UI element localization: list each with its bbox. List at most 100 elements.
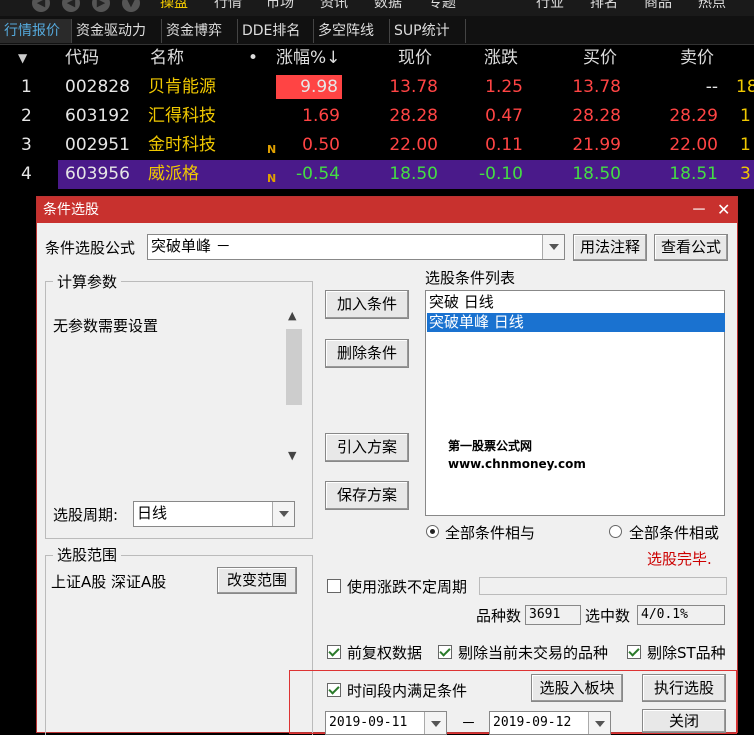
menu-item-ranking[interactable]: 排名: [590, 0, 618, 12]
row-price: 18.50: [389, 164, 438, 184]
chevron-down-icon[interactable]: [588, 712, 610, 734]
date-to-value: 2019-09-12: [493, 715, 572, 730]
delete-condition-button[interactable]: 删除条件: [325, 339, 409, 368]
no-params-text: 无参数需要设置: [53, 317, 159, 335]
period-select[interactable]: 日线: [133, 501, 295, 527]
row-bid: 21.99: [572, 135, 621, 155]
chevron-down-icon[interactable]: [272, 502, 294, 526]
header-code[interactable]: 代码: [65, 44, 99, 73]
condition-screening-dialog: 条件选股 － ✕ 条件选股公式 突破单峰 － 用法注释 查看公式 计算参数 无参…: [36, 196, 738, 735]
close-icon[interactable]: ✕: [717, 197, 730, 223]
table-header: ▼ 代码 名称 • 涨幅%↓ 现价 涨跌 买价 卖价: [0, 44, 754, 73]
exclude-untraded-label[interactable]: 剔除当前未交易的品种: [458, 642, 608, 663]
radio-all-or-label[interactable]: 全部条件相或: [629, 522, 719, 543]
row-extra: 1: [740, 135, 751, 155]
header-pct-change[interactable]: 涨幅%↓: [276, 44, 340, 73]
row-code: 603956: [65, 164, 130, 184]
watermark-url: www.chnmoney.com: [448, 457, 586, 471]
formula-select[interactable]: 突破单峰 －: [147, 234, 565, 260]
tab-fund-driven[interactable]: 资金驱动力: [72, 19, 162, 43]
back-icon-2[interactable]: ◀: [62, 0, 80, 12]
variable-period-checkbox[interactable]: [327, 579, 341, 593]
row-name: 金时科技: [148, 135, 216, 155]
date-from-value: 2019-09-11: [329, 715, 408, 730]
save-plan-button[interactable]: 保存方案: [325, 481, 409, 510]
dialog-title-bar[interactable]: 条件选股 － ✕: [37, 197, 737, 223]
row-change: 0.47: [485, 106, 523, 126]
column-menu-icon[interactable]: ▼: [18, 44, 27, 73]
tab-quotes[interactable]: 行情报价: [0, 19, 72, 43]
tab-sup-stats[interactable]: SUP统计: [390, 19, 466, 43]
menu-item-market[interactable]: 行情: [214, 0, 242, 12]
scroll-down-icon[interactable]: ▼: [288, 449, 296, 462]
header-change[interactable]: 涨跌: [484, 44, 518, 73]
menu-item-exchange[interactable]: 市场: [266, 0, 294, 12]
close-button[interactable]: 关闭: [642, 709, 726, 733]
row-code: 002828: [65, 77, 130, 97]
dialog-title: 条件选股: [43, 202, 99, 218]
radio-all-or[interactable]: [609, 525, 622, 538]
header-bid[interactable]: 买价: [583, 44, 617, 73]
date-to-picker[interactable]: 2019-09-12: [489, 711, 611, 735]
chevron-down-icon[interactable]: [424, 712, 446, 734]
menu-item-news[interactable]: 资讯: [320, 0, 348, 12]
row-change: 1.25: [485, 77, 523, 97]
exclude-untraded-checkbox[interactable]: [438, 645, 452, 659]
radio-all-and-label[interactable]: 全部条件相与: [445, 522, 535, 543]
back-icon[interactable]: ◀: [32, 0, 50, 12]
condition-listbox[interactable]: 突破 日线 突破单峰 日线 第一股票公式网 www.chnmoney.com: [425, 290, 725, 516]
pre-adjust-checkbox[interactable]: [327, 645, 341, 659]
exclude-st-label[interactable]: 剔除ST品种: [647, 642, 726, 663]
menu-item-hotspot[interactable]: 热点: [698, 0, 726, 12]
row-name: 威派格: [148, 164, 199, 184]
tab-fund-game[interactable]: 资金博弈: [162, 19, 238, 43]
table-row[interactable]: 1 002828 贝肯能源 9.98 13.78 1.25 13.78 -- 1…: [0, 73, 754, 102]
minimize-icon[interactable]: －: [691, 197, 707, 223]
execute-screening-button[interactable]: 执行选股: [642, 674, 726, 702]
down-icon[interactable]: ▼: [122, 0, 140, 12]
exclude-st-checkbox[interactable]: [627, 645, 641, 659]
selected-count-value: 4/0.1%: [637, 605, 725, 625]
pre-adjust-label[interactable]: 前复权数据: [347, 642, 422, 663]
menu-item-commodity[interactable]: 商品: [644, 0, 672, 12]
time-range-label[interactable]: 时间段内满足条件: [347, 680, 467, 701]
change-range-button[interactable]: 改变范围: [217, 567, 297, 594]
date-from-picker[interactable]: 2019-09-11: [325, 711, 447, 735]
header-price[interactable]: 现价: [398, 44, 432, 73]
scroll-thumb[interactable]: [286, 329, 302, 405]
formula-label: 条件选股公式: [45, 239, 136, 257]
selected-count-label: 选中数: [585, 607, 631, 625]
add-condition-button[interactable]: 加入条件: [325, 290, 409, 319]
table-row[interactable]: 3 002951 金时科技 N 0.50 22.00 0.11 21.99 22…: [0, 131, 754, 160]
variable-period-field[interactable]: [479, 577, 727, 595]
params-scrollbar[interactable]: ▲ ▼: [284, 307, 304, 467]
row-extra: 3: [740, 164, 751, 184]
forward-icon[interactable]: ▶: [92, 0, 110, 12]
view-formula-button[interactable]: 查看公式: [654, 234, 728, 261]
period-label: 选股周期:: [53, 506, 119, 524]
tab-dde-ranking[interactable]: DDE排名: [238, 19, 314, 43]
scroll-up-icon[interactable]: ▲: [288, 309, 296, 322]
row-change: -0.10: [479, 164, 523, 184]
menu-item-topics[interactable]: 专题: [428, 0, 456, 12]
header-name[interactable]: 名称: [150, 44, 184, 73]
radio-all-and[interactable]: [426, 525, 439, 538]
time-range-checkbox[interactable]: [327, 683, 341, 697]
row-index: 1: [21, 77, 32, 97]
variable-period-label[interactable]: 使用涨跌不定周期: [347, 576, 467, 597]
list-item-selected[interactable]: 突破单峰 日线: [427, 313, 725, 332]
menu-item-data[interactable]: 数据: [374, 0, 402, 12]
list-item[interactable]: 突破 日线: [427, 293, 725, 312]
chevron-down-icon[interactable]: [542, 235, 564, 259]
menu-item-trade[interactable]: 操盘: [160, 0, 188, 12]
table-row[interactable]: 2 603192 汇得科技 1.69 28.28 0.47 28.28 28.2…: [0, 102, 754, 131]
header-ask[interactable]: 卖价: [680, 44, 714, 73]
add-to-block-button[interactable]: 选股入板块: [531, 674, 623, 702]
import-plan-button[interactable]: 引入方案: [325, 433, 409, 462]
row-extra: 18: [736, 77, 754, 97]
date-separator: －: [461, 714, 477, 732]
tab-long-short[interactable]: 多空阵线: [314, 19, 390, 43]
table-row-selected[interactable]: 4 603956 威派格 N -0.54 18.50 -0.10 18.50 1…: [0, 160, 754, 189]
usage-notes-button[interactable]: 用法注释: [573, 234, 647, 261]
menu-item-industry[interactable]: 行业: [536, 0, 564, 12]
